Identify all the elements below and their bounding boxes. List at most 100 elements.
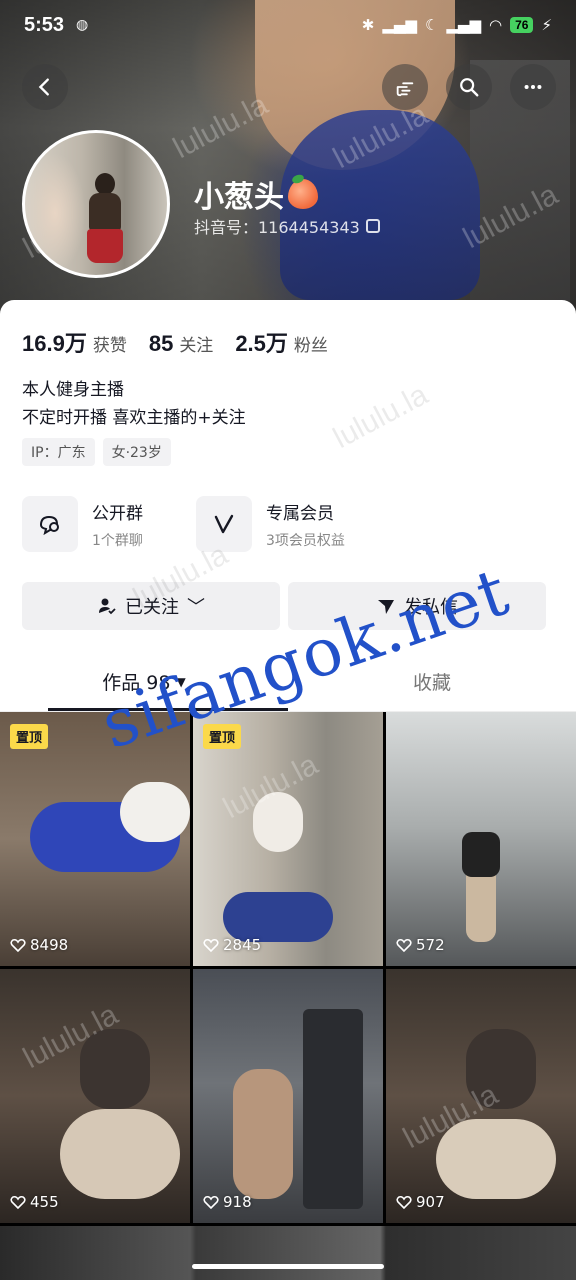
stat-label: 粉丝 [293, 336, 328, 356]
status-time: 5:53 [24, 13, 65, 36]
feature-subtitle: 3项会员权益 [266, 532, 345, 549]
heart-icon [203, 938, 219, 953]
feature-title: 专属会员 [266, 503, 334, 524]
signal-icon-2: ▂▄▆ [446, 16, 481, 34]
home-indicator[interactable] [192, 1264, 384, 1269]
send-icon [378, 600, 394, 614]
tag-ip: IP：广东 [22, 438, 95, 466]
heart-icon [10, 938, 26, 953]
tab-works-label: 作品 98 [102, 672, 171, 694]
pinned-badge: 置顶 [10, 724, 49, 749]
avatar-figure [87, 173, 123, 263]
video-thumbnail[interactable]: 455 [0, 969, 190, 1223]
avatar[interactable] [22, 130, 170, 278]
video-thumbnail[interactable]: 907 [386, 969, 576, 1223]
wifi-icon: ◠ [489, 16, 503, 34]
like-count-text: 572 [416, 936, 445, 954]
stat-label: 关注 [179, 336, 214, 356]
battery-icon: 76 [510, 17, 534, 33]
charging-icon: ⚡ [541, 16, 552, 34]
like-count-text: 455 [30, 1193, 59, 1211]
hand-pointer-icon [396, 82, 414, 97]
tag-gender-age: 女·23岁 [102, 438, 171, 466]
tab-favorites-label: 收藏 [412, 672, 451, 694]
following-button[interactable]: 已关注 ﹀ [22, 582, 280, 630]
feature-public-group[interactable]: 公开群 1个群聊 [22, 496, 143, 552]
thumbnail-figure [462, 832, 500, 877]
vip-v-icon [196, 496, 252, 552]
thumbnail-figure [223, 892, 333, 942]
next-row-thumbnails [0, 1226, 576, 1280]
stat-followers[interactable]: 2.5万 粉丝 [235, 326, 328, 358]
heart-icon [203, 1195, 219, 1210]
video-thumbnail[interactable]: 572 [386, 712, 576, 966]
feature-title: 公开群 [92, 503, 143, 524]
thumbnail-figure [253, 792, 303, 852]
stat-number: 16.9万 [22, 331, 87, 356]
profile-stats: 16.9万 获赞 85 关注 2.5万 粉丝 [22, 326, 328, 358]
like-count: 8498 [10, 936, 68, 954]
video-thumbnail[interactable]: 918 [193, 969, 383, 1223]
profile-tags: IP：广东 女·23岁 [22, 438, 171, 466]
stat-likes[interactable]: 16.9万 获赞 [22, 326, 127, 358]
tab-works[interactable]: 作品 98 ▼ [0, 652, 288, 711]
copy-icon[interactable] [365, 219, 380, 233]
caret-down-icon: ▼ [176, 674, 186, 689]
bio-line: 本人健身主播 [22, 380, 124, 400]
profile-name: 小葱头 [194, 172, 318, 216]
thumbnail-figure [60, 1109, 180, 1199]
app-notification-icon: ◍ [76, 17, 89, 33]
pinned-badge: 置顶 [203, 724, 242, 749]
heart-icon [396, 1195, 412, 1210]
bio-line: 不定时开播 喜欢主播的+关注 [22, 408, 246, 428]
search-button[interactable] [446, 64, 492, 110]
chat-bubble-icon [22, 496, 78, 552]
profile-bio: 本人健身主播 不定时开播 喜欢主播的+关注 [22, 376, 246, 432]
tab-favorites[interactable]: 收藏 [288, 652, 576, 711]
search-icon [460, 78, 479, 97]
like-count-text: 8498 [30, 936, 69, 954]
like-count: 907 [396, 1193, 445, 1211]
more-button[interactable] [510, 64, 556, 110]
thumbnail-figure [80, 1029, 150, 1109]
back-button[interactable] [22, 64, 68, 110]
peach-emoji-icon [288, 179, 318, 209]
feature-subtitle: 1个群聊 [92, 532, 143, 549]
like-count: 918 [203, 1193, 252, 1211]
video-thumbnail[interactable]: 置顶 8498 [0, 712, 190, 966]
send-message-button[interactable]: 发私信 [288, 582, 546, 630]
thumbnail-figure [436, 1119, 556, 1199]
content-tabs: 作品 98 ▼ 收藏 [0, 652, 576, 712]
stat-number: 2.5万 [235, 331, 288, 356]
douyin-id[interactable]: 抖音号：1164454343 [194, 214, 380, 238]
more-dots-icon [524, 84, 542, 90]
thumbnail-figure [233, 1069, 293, 1199]
heart-icon [396, 938, 412, 953]
video-grid: 置顶 8498 置顶 2845 572 455 918 907 [0, 712, 576, 1223]
profile-card: 16.9万 获赞 85 关注 2.5万 粉丝 本人健身主播 不定时开播 喜欢主播的+关… [0, 300, 576, 712]
send-message-label: 发私信 [404, 597, 458, 618]
like-count: 2845 [203, 936, 261, 954]
profile-name-text: 小葱头 [194, 180, 284, 215]
like-count-text: 918 [223, 1193, 252, 1211]
feature-vip-membership[interactable]: 专属会员 3项会员权益 [196, 496, 345, 552]
stat-following[interactable]: 85 关注 [149, 331, 213, 357]
bluetooth-icon: ✱ [361, 16, 375, 34]
signal-icon: ▂▄▆ [382, 16, 417, 34]
thumbnail-figure [303, 1009, 363, 1209]
thumbnail-figure [466, 1029, 536, 1109]
stat-number: 85 [148, 331, 174, 356]
like-count: 455 [10, 1193, 59, 1211]
like-count-text: 907 [416, 1193, 445, 1211]
stat-label: 获赞 [92, 336, 127, 356]
video-thumbnail[interactable]: 置顶 2845 [193, 712, 383, 966]
like-count: 572 [396, 936, 445, 954]
chevron-down-icon: ﹀ [187, 597, 205, 618]
like-count-text: 2845 [223, 936, 262, 954]
gesture-button[interactable] [382, 64, 428, 110]
status-bar: 5:53 ◍ ✱ ▂▄▆ ☾ ▂▄▆ ◠ 76 ⚡ [0, 0, 576, 50]
heart-icon [10, 1195, 26, 1210]
chevron-left-icon [38, 78, 49, 96]
douyin-id-text: 抖音号：1164454343 [194, 218, 360, 237]
following-label: 已关注 [125, 597, 179, 618]
